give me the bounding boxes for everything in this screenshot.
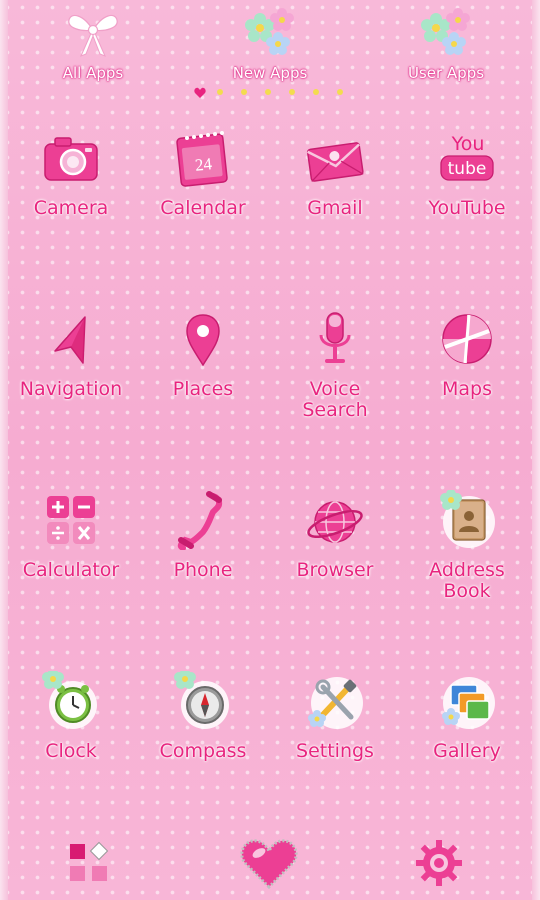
map-pin-icon <box>186 314 220 367</box>
app-drawer-icon <box>70 841 109 881</box>
current-page-heart-icon <box>194 87 206 98</box>
bottom-dock <box>0 830 540 900</box>
page-dot <box>289 89 295 95</box>
youtube-icon: You tube <box>440 133 494 181</box>
tab-new-apps[interactable]: New Apps <box>210 6 330 86</box>
youtube-tube-text: tube <box>448 159 487 179</box>
app-label: Gmail <box>307 197 363 219</box>
mail-icon <box>306 142 364 182</box>
app-clock[interactable]: Clock <box>5 663 137 813</box>
app-label: Calculator <box>22 559 120 581</box>
right-frame-border <box>532 0 540 900</box>
app-camera[interactable]: Camera <box>5 120 137 270</box>
tab-user-apps[interactable]: User Apps <box>386 6 506 86</box>
page-dot <box>217 89 223 95</box>
app-drawer-button[interactable] <box>64 838 134 898</box>
app-label: Phone <box>173 559 233 581</box>
address-book-icon <box>440 489 495 548</box>
camera-icon <box>44 137 98 181</box>
app-label: Address Book <box>429 559 505 602</box>
app-label: Camera <box>33 197 109 219</box>
microphone-icon <box>319 312 351 363</box>
heart-icon <box>240 839 298 890</box>
app-label: Voice Search <box>302 378 368 421</box>
bow-icon <box>68 14 118 57</box>
maps-icon <box>442 314 492 364</box>
navigation-arrow-icon <box>54 316 86 364</box>
app-gmail[interactable]: Gmail <box>269 120 401 270</box>
app-label: YouTube <box>428 197 506 219</box>
app-maps[interactable]: Maps <box>401 301 533 451</box>
tab-label: New Apps <box>232 64 308 82</box>
phone-handset-icon <box>177 491 223 551</box>
page-dot <box>313 89 319 95</box>
youtube-you-text: You <box>451 133 485 155</box>
app-label: Settings <box>296 740 374 762</box>
app-label: Clock <box>45 740 97 762</box>
app-label: Places <box>172 378 234 400</box>
app-label: Browser <box>296 559 374 581</box>
tab-label: All Apps <box>62 64 124 82</box>
app-youtube[interactable]: You tube YouTube <box>401 120 533 270</box>
app-address-book[interactable]: Address Book <box>401 482 533 632</box>
app-calculator[interactable]: Calculator <box>5 482 137 632</box>
page-dot <box>337 89 343 95</box>
calendar-day-text: 24 <box>194 154 213 175</box>
settings-tools-icon <box>308 677 363 729</box>
globe-icon <box>307 501 363 543</box>
gallery-icon <box>442 677 495 729</box>
page-dot <box>241 89 247 95</box>
app-label: Calendar <box>160 197 246 219</box>
tab-label: User Apps <box>407 64 485 82</box>
app-label: Gallery <box>433 740 501 762</box>
compass-icon <box>174 668 229 729</box>
page-dot <box>265 89 271 95</box>
app-label: Navigation <box>19 378 123 400</box>
top-tab-bar: All Apps New Apps User Apps <box>0 0 540 90</box>
gear-icon <box>416 840 462 886</box>
app-places[interactable]: Places <box>137 301 269 451</box>
app-voice-search[interactable]: Voice Search <box>269 301 401 451</box>
app-settings[interactable]: Settings <box>269 663 401 813</box>
app-compass[interactable]: Compass <box>137 663 269 813</box>
app-gallery[interactable]: Gallery <box>401 663 533 813</box>
app-calendar[interactable]: 24 Calendar <box>137 120 269 270</box>
settings-button[interactable] <box>412 836 482 896</box>
calendar-icon: 24 <box>176 131 228 187</box>
app-phone[interactable]: Phone <box>137 482 269 632</box>
flowers-icon <box>245 8 294 55</box>
app-label: Compass <box>159 740 247 762</box>
calculator-icon <box>47 496 95 544</box>
app-label: Maps <box>442 378 492 400</box>
app-navigation[interactable]: Navigation <box>5 301 137 451</box>
flowers-icon <box>421 8 470 55</box>
tab-all-apps[interactable]: All Apps <box>33 6 153 86</box>
page-indicator <box>190 87 360 99</box>
app-browser[interactable]: Browser <box>269 482 401 632</box>
clock-icon <box>42 668 97 729</box>
home-heart-button[interactable] <box>237 835 307 895</box>
